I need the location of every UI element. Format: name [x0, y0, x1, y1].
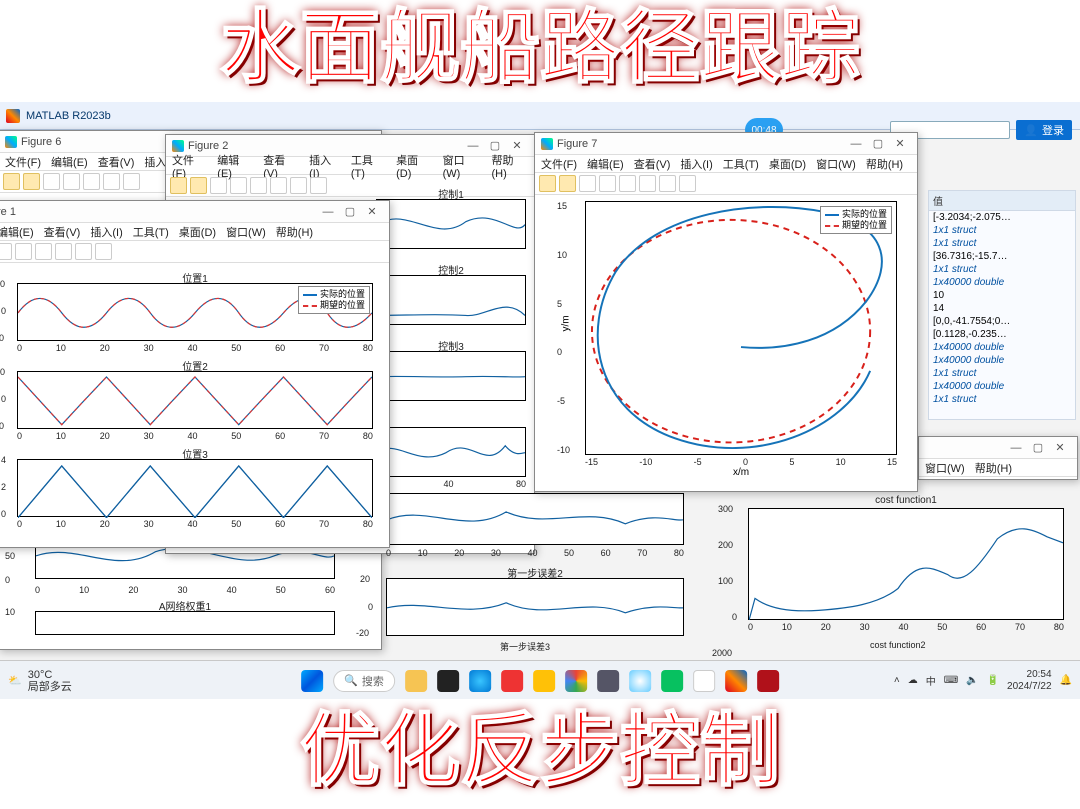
maximize-button[interactable]: ▢ [867, 137, 889, 150]
figure-icon [5, 136, 17, 148]
workspace-value[interactable]: 1x40000 double [929, 354, 1075, 367]
figure-menubar[interactable]: 文件(F)编辑(E)查看(V)插入(I)工具(T)桌面(D)窗口(W)帮助(H) [166, 157, 534, 175]
workspace-value[interactable]: 10 [929, 289, 1075, 302]
print-icon[interactable] [63, 173, 80, 190]
close-button[interactable]: ✕ [889, 137, 911, 150]
window-title: Figure 6 [21, 136, 61, 148]
maximize-button[interactable]: ▢ [484, 139, 506, 152]
taskbar-search[interactable]: 🔍搜索 [333, 670, 395, 692]
onedrive-icon[interactable]: ☁ [908, 675, 918, 686]
workspace-value[interactable]: 1x40000 double [929, 276, 1075, 289]
app-icon[interactable] [597, 670, 619, 692]
weather-widget[interactable]: ⛅ 30°C局部多云 [8, 669, 72, 693]
figure-toolbar[interactable] [535, 173, 917, 195]
volume-icon[interactable]: 🔈 [966, 675, 978, 686]
headline-top: 水面舰船路径跟踪 [0, 0, 1080, 102]
workspace-value[interactable]: 1x1 struct [929, 263, 1075, 276]
figure1-window[interactable]: re 1 —▢✕ 编辑(E)查看(V)插入(I)工具(T)桌面(D)窗口(W)帮助… [0, 200, 390, 548]
wechat-icon[interactable] [661, 670, 683, 692]
minimize-button[interactable]: — [317, 206, 339, 218]
figure-toolbar[interactable] [0, 241, 389, 263]
file-explorer-icon[interactable] [533, 670, 555, 692]
save-icon[interactable] [0, 243, 12, 260]
window-title: Figure 7 [557, 138, 597, 150]
youdao-icon[interactable] [501, 670, 523, 692]
weather-icon: ⛅ [8, 674, 22, 687]
tray-chevron-icon[interactable]: ˄ [894, 675, 900, 686]
chrome-icon[interactable] [565, 670, 587, 692]
workspace-value[interactable]: 1x1 struct [929, 224, 1075, 237]
matlab-icon[interactable] [725, 670, 747, 692]
minimize-button[interactable]: — [845, 138, 867, 150]
search-icon: 🔍 [344, 674, 358, 687]
figure-icon [172, 140, 184, 152]
login-button[interactable]: 👤登录 [1016, 120, 1072, 140]
edge-icon[interactable] [469, 670, 491, 692]
maximize-button[interactable]: ▢ [339, 205, 361, 218]
column-header[interactable]: 值 [933, 193, 943, 208]
x-axis-label: x/m [586, 467, 896, 478]
workspace-value[interactable]: 1x40000 double [929, 380, 1075, 393]
app-icon[interactable] [693, 670, 715, 692]
close-button[interactable]: ✕ [506, 139, 528, 152]
copilot-icon[interactable] [405, 670, 427, 692]
app-icon[interactable] [629, 670, 651, 692]
workspace-value[interactable]: [36.7316;-15.7… [929, 250, 1075, 263]
explorer-icon[interactable] [437, 670, 459, 692]
minimize-button[interactable]: — [462, 140, 484, 152]
figure7-window[interactable]: Figure 7 —▢✕ 文件(F)编辑(E)查看(V)插入(I)工具(T)桌面(… [534, 132, 918, 492]
window-title: re 1 [0, 206, 16, 218]
new-icon[interactable] [3, 173, 20, 190]
battery-icon[interactable]: 🔋 [987, 675, 999, 686]
matlab-logo-icon [6, 109, 20, 123]
workspace-value[interactable]: [0.1128,-0.235… [929, 328, 1075, 341]
headline-bottom: 优化反步控制 [0, 699, 1080, 809]
windows-taskbar[interactable]: ⛅ 30°C局部多云 🔍搜索 ˄ ☁ 中 ⌨ 🔈 🔋 20:542024/7/2… [0, 660, 1080, 700]
save-icon[interactable] [43, 173, 60, 190]
start-button[interactable] [301, 670, 323, 692]
workspace-value[interactable]: 1x1 struct [929, 393, 1075, 406]
notifications-icon[interactable]: 🔔 [1060, 675, 1072, 686]
ime-indicator[interactable]: 中 [926, 673, 936, 688]
window-title: Figure 2 [188, 140, 228, 152]
keyboard-icon[interactable]: ⌨ [944, 675, 958, 686]
app-title: MATLAB R2023b [26, 110, 111, 122]
figure-menubar[interactable]: 文件(F)编辑(E)查看(V)插入(I)工具(T)桌面(D)窗口(W)帮助(H) [535, 155, 917, 173]
open-icon[interactable] [23, 173, 40, 190]
workspace-value[interactable]: 14 [929, 302, 1075, 315]
user-icon: 👤 [1024, 124, 1038, 137]
close-button[interactable]: ✕ [361, 205, 383, 218]
workspace-value[interactable]: [-3.2034;-2.075… [929, 211, 1075, 224]
figure-menubar[interactable]: 编辑(E)查看(V)插入(I)工具(T)桌面(D)窗口(W)帮助(H) [0, 223, 389, 241]
workspace-value[interactable]: 1x40000 double [929, 341, 1075, 354]
print-icon[interactable] [15, 243, 32, 260]
pdf-icon[interactable] [757, 670, 779, 692]
axes-title: A网络权重1 [36, 598, 334, 613]
workspace-panel[interactable]: 值 [-3.2034;-2.075…1x1 struct1x1 struct[3… [928, 190, 1076, 420]
workspace-value[interactable]: [0,0,-41.7554;0… [929, 315, 1075, 328]
figure-icon [541, 138, 553, 150]
workspace-value[interactable]: 1x1 struct [929, 237, 1075, 250]
workspace-value[interactable]: 1x1 struct [929, 367, 1075, 380]
figure-bg-window[interactable]: —▢✕ 窗口(W)帮助(H) [918, 436, 1078, 480]
